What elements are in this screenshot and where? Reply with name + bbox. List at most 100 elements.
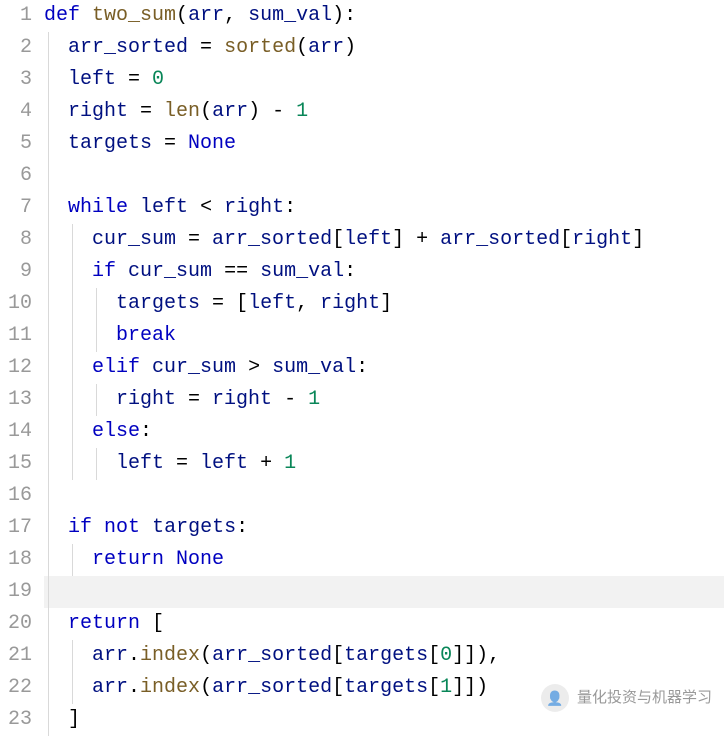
line-number: 9	[0, 256, 32, 288]
code-line[interactable]: return [	[44, 608, 724, 640]
code-line[interactable]: right = right - 1	[44, 384, 724, 416]
indent-guide	[48, 576, 49, 608]
code-line[interactable]: if cur_sum == sum_val:	[44, 256, 724, 288]
indent-guide	[96, 384, 97, 416]
code-line[interactable]: return None	[44, 544, 724, 576]
indent-guide	[72, 544, 73, 576]
indent-guide	[72, 224, 73, 256]
indent-guide	[72, 352, 73, 384]
watermark-avatar-icon: 👤	[541, 684, 569, 712]
code-text: if not targets:	[44, 516, 248, 539]
line-number: 8	[0, 224, 32, 256]
indent-guide	[48, 64, 49, 96]
line-number: 14	[0, 416, 32, 448]
code-text: cur_sum = arr_sorted[left] + arr_sorted[…	[44, 228, 644, 251]
line-number: 5	[0, 128, 32, 160]
indent-guide	[48, 160, 49, 192]
indent-guide	[72, 288, 73, 320]
line-number: 12	[0, 352, 32, 384]
code-line[interactable]	[44, 480, 724, 512]
indent-guide	[96, 288, 97, 320]
code-text: ]	[44, 708, 80, 731]
code-text: def two_sum(arr, sum_val):	[44, 4, 356, 27]
watermark: 👤 量化投资与机器学习	[541, 684, 712, 712]
indent-guide	[48, 32, 49, 64]
line-number: 11	[0, 320, 32, 352]
indent-guide	[48, 256, 49, 288]
line-number: 19	[0, 576, 32, 608]
code-line[interactable]: targets = None	[44, 128, 724, 160]
line-number: 7	[0, 192, 32, 224]
code-text: right = right - 1	[44, 388, 320, 411]
indent-guide	[48, 96, 49, 128]
code-line[interactable]: while left < right:	[44, 192, 724, 224]
code-text: return [	[44, 612, 164, 635]
indent-guide	[48, 288, 49, 320]
line-number: 18	[0, 544, 32, 576]
code-text: targets = None	[44, 132, 236, 155]
code-text: elif cur_sum > sum_val:	[44, 356, 368, 379]
indent-guide	[72, 256, 73, 288]
code-line[interactable]: left = left + 1	[44, 448, 724, 480]
code-text: return None	[44, 548, 224, 571]
code-text: else:	[44, 420, 152, 443]
code-line[interactable]: left = 0	[44, 64, 724, 96]
code-text: break	[44, 324, 176, 347]
indent-guide	[48, 512, 49, 544]
indent-guide	[48, 480, 49, 512]
indent-guide	[48, 384, 49, 416]
code-text: arr.index(arr_sorted[targets[0]]),	[44, 644, 500, 667]
code-text: right = len(arr) - 1	[44, 100, 308, 123]
code-text: arr_sorted = sorted(arr)	[44, 36, 356, 59]
code-line[interactable]: elif cur_sum > sum_val:	[44, 352, 724, 384]
code-area[interactable]: def two_sum(arr, sum_val): arr_sorted = …	[44, 0, 724, 736]
line-number: 22	[0, 672, 32, 704]
line-number: 1	[0, 0, 32, 32]
indent-guide	[48, 416, 49, 448]
indent-guide	[48, 608, 49, 640]
indent-guide	[72, 448, 73, 480]
code-editor[interactable]: 1234567891011121314151617181920212223 de…	[0, 0, 724, 736]
indent-guide	[48, 320, 49, 352]
indent-guide	[72, 384, 73, 416]
code-text: if cur_sum == sum_val:	[44, 260, 356, 283]
indent-guide	[48, 640, 49, 672]
code-line[interactable]	[44, 160, 724, 192]
indent-guide	[72, 416, 73, 448]
code-line[interactable]: break	[44, 320, 724, 352]
line-number-gutter: 1234567891011121314151617181920212223	[0, 0, 44, 736]
indent-guide	[72, 320, 73, 352]
code-line[interactable]: targets = [left, right]	[44, 288, 724, 320]
line-number: 10	[0, 288, 32, 320]
code-line[interactable]: def two_sum(arr, sum_val):	[44, 0, 724, 32]
code-line[interactable]: if not targets:	[44, 512, 724, 544]
indent-guide	[48, 672, 49, 704]
watermark-text: 量化投资与机器学习	[577, 686, 712, 710]
code-text: while left < right:	[44, 196, 296, 219]
code-line[interactable]: else:	[44, 416, 724, 448]
code-line[interactable]: arr.index(arr_sorted[targets[0]]),	[44, 640, 724, 672]
line-number: 20	[0, 608, 32, 640]
line-number: 13	[0, 384, 32, 416]
indent-guide	[48, 544, 49, 576]
indent-guide	[48, 224, 49, 256]
indent-guide	[48, 448, 49, 480]
code-line[interactable]	[44, 576, 724, 608]
indent-guide	[48, 128, 49, 160]
code-line[interactable]: right = len(arr) - 1	[44, 96, 724, 128]
line-number: 2	[0, 32, 32, 64]
line-number: 16	[0, 480, 32, 512]
indent-guide	[48, 704, 49, 736]
line-number: 6	[0, 160, 32, 192]
code-line[interactable]: arr_sorted = sorted(arr)	[44, 32, 724, 64]
indent-guide	[72, 640, 73, 672]
line-number: 23	[0, 704, 32, 736]
indent-guide	[96, 320, 97, 352]
code-line[interactable]: cur_sum = arr_sorted[left] + arr_sorted[…	[44, 224, 724, 256]
code-text: left = left + 1	[44, 452, 296, 475]
line-number: 21	[0, 640, 32, 672]
code-text: left = 0	[44, 68, 164, 91]
indent-guide	[48, 352, 49, 384]
code-text: arr.index(arr_sorted[targets[1]])	[44, 676, 488, 699]
line-number: 17	[0, 512, 32, 544]
